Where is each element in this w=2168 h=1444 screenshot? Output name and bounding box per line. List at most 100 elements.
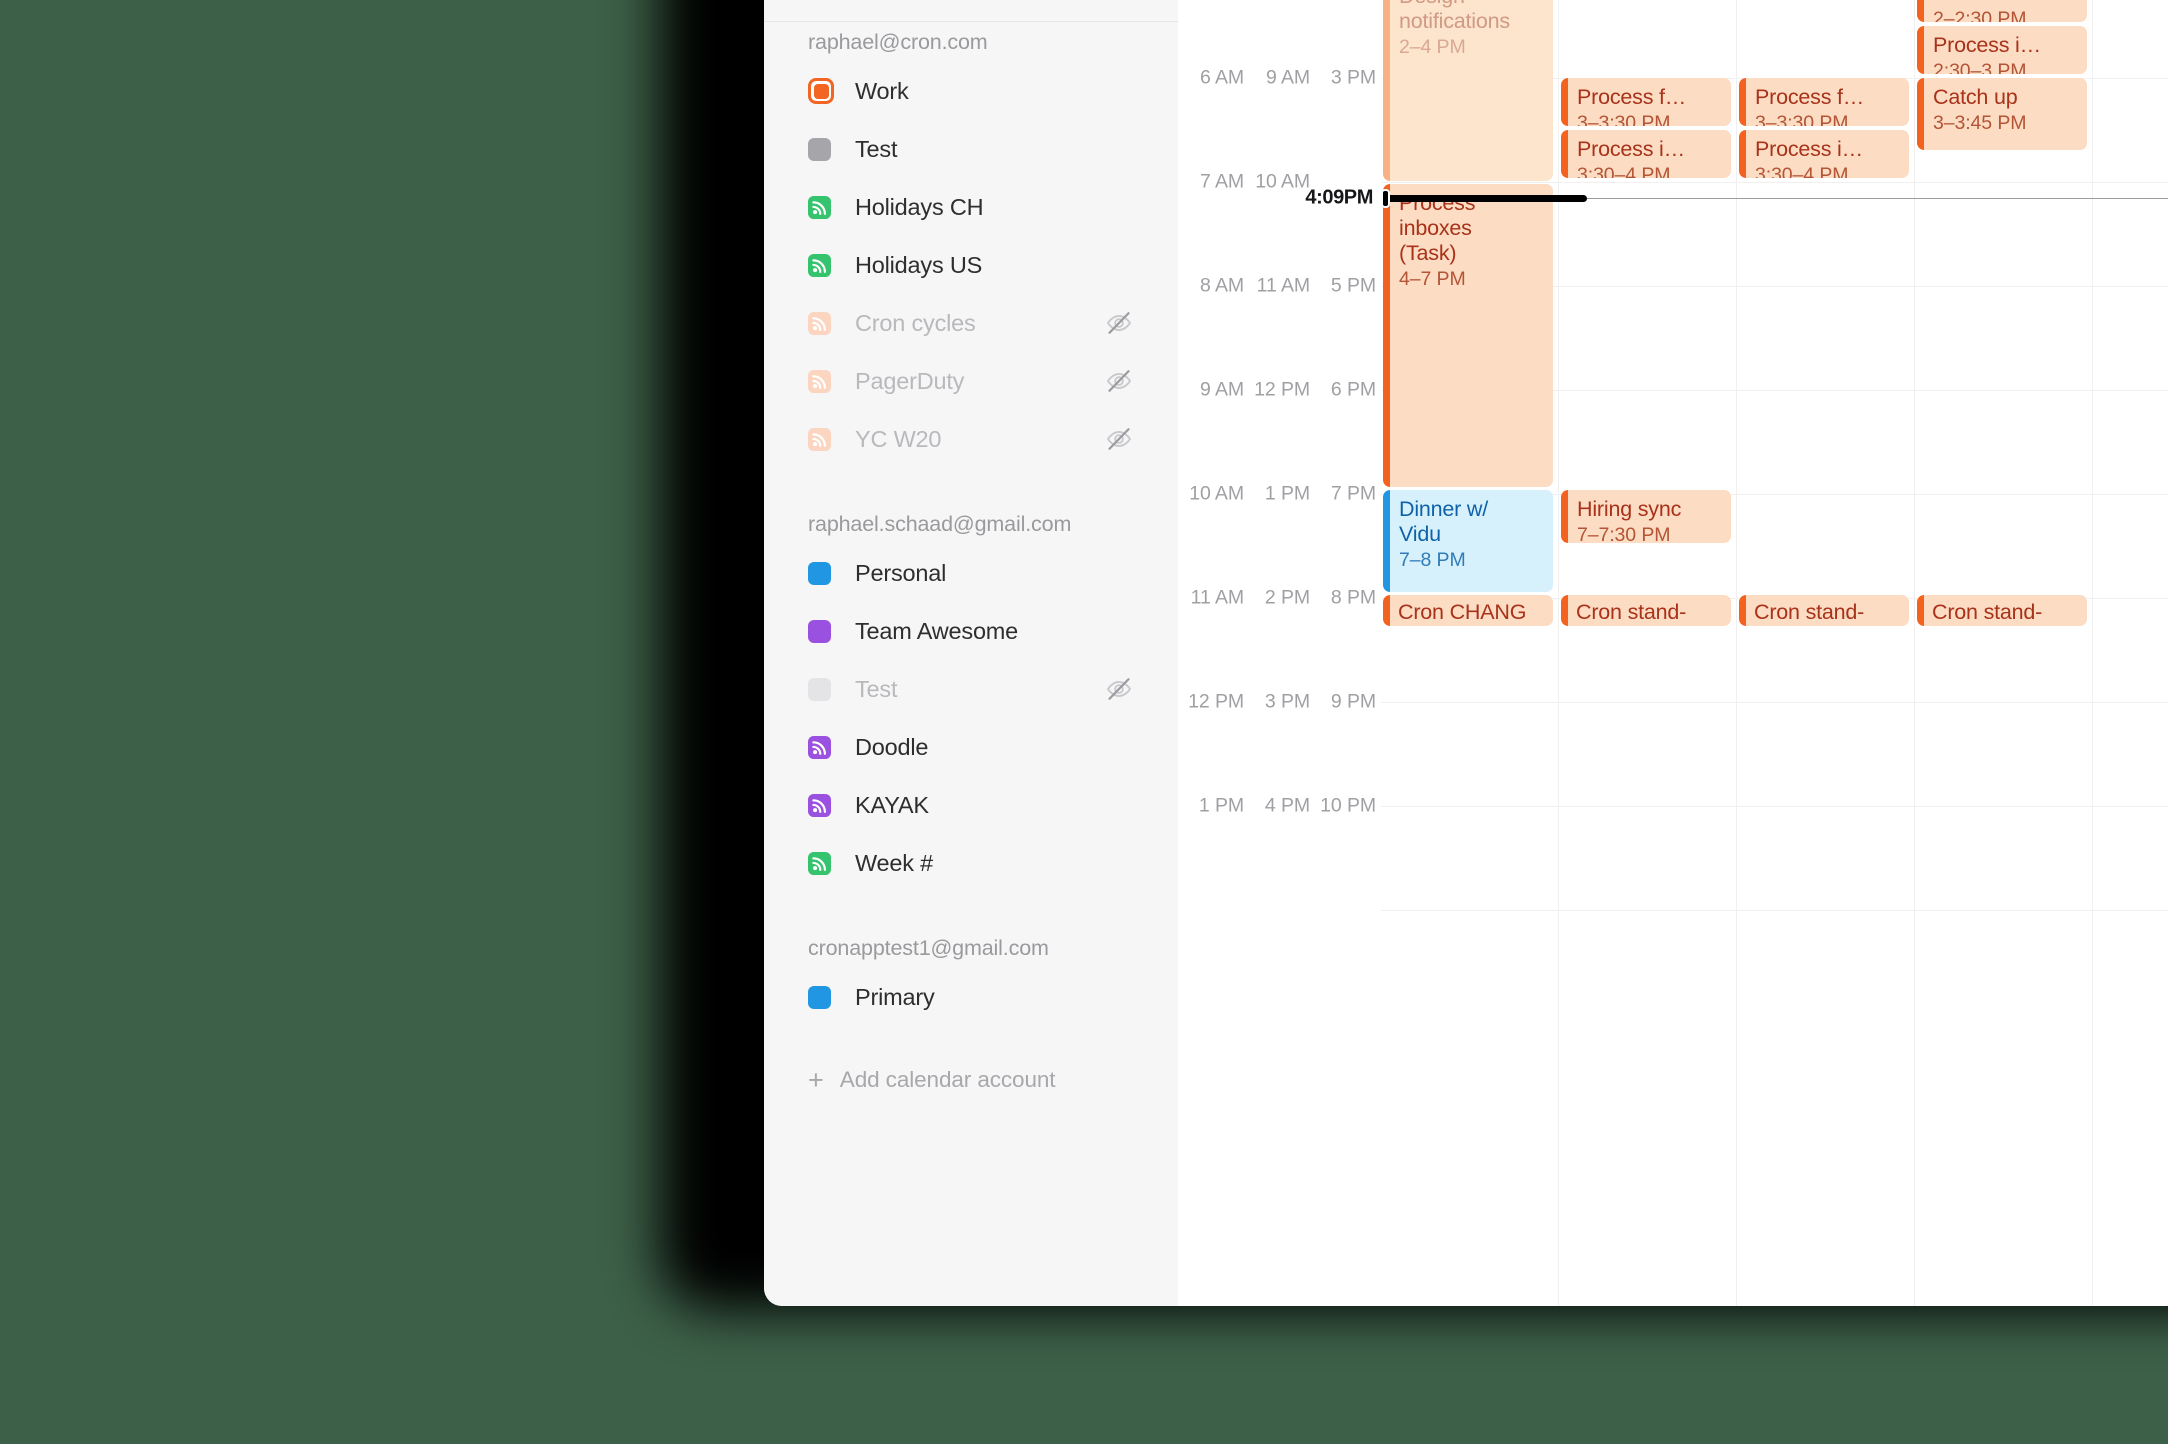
- sidebar-calendar-label: Work: [855, 77, 909, 104]
- calendar-checkbox-checked[interactable]: [808, 78, 834, 104]
- time-tick: 2 PM: [1264, 586, 1310, 609]
- sidebar-calendar-holidays-ch[interactable]: Holidays CH: [788, 178, 1154, 236]
- sidebar-calendar-label: Cron cycles: [855, 309, 976, 336]
- event-title: Dinner w/ Vidu: [1399, 497, 1489, 547]
- calendar-event[interactable]: Process inboxes (Task) 4–7 PM: [1383, 184, 1553, 487]
- calendar-event[interactable]: Process f… 3–3:30 PM: [1561, 78, 1731, 126]
- calendar-event[interactable]: Dinner w/ Vidu 7–8 PM: [1383, 490, 1553, 592]
- timezone-column-1: 8 AM9 AM10 AM11 AM12 PM1 PM2 PM3 PM4 PM: [1244, 0, 1310, 1306]
- sidebar-calendar-label: Personal: [855, 559, 947, 586]
- time-tick: 10 PM: [1320, 794, 1376, 817]
- calendar-color-swatch[interactable]: [808, 677, 831, 701]
- timezone-column-0: 5 AM6 AM7 AM8 AM9 AM10 AM11 AM12 PM1 PM: [1178, 0, 1244, 1306]
- sidebar-calendar-kayak[interactable]: KAYAK: [788, 776, 1154, 834]
- event-time: 3:30–4 PM: [1755, 164, 1849, 178]
- calendar-feed-icon[interactable]: [808, 195, 831, 219]
- calendar-event[interactable]: Cron stand-: [1739, 595, 1909, 626]
- calendar-color-swatch[interactable]: [808, 619, 831, 643]
- eye-off-icon[interactable]: [1104, 308, 1134, 338]
- time-tick: 8 PM: [1330, 586, 1376, 609]
- sidebar-calendar-team-awesome[interactable]: Team Awesome: [788, 602, 1154, 660]
- calendar-feed-icon[interactable]: [808, 735, 831, 759]
- calendar-event[interactable]: Cron stand-: [1561, 595, 1731, 626]
- sidebar-calendar-yc-w20[interactable]: YC W20: [788, 410, 1154, 468]
- sidebar-calendar-primary[interactable]: Primary: [788, 968, 1154, 1026]
- sidebar-account-email: raphael.schaad@gmail.com: [808, 512, 1072, 536]
- event-time: 2–2:30 PM: [1933, 8, 2027, 22]
- sidebar-calendar-label: Holidays CH: [855, 193, 984, 220]
- calendar-feed-icon[interactable]: [808, 253, 831, 277]
- calendar-event[interactable]: Hiring sync 7–7:30 PM: [1561, 490, 1731, 543]
- time-tick: 4 PM: [1264, 794, 1310, 817]
- desktop-background: raphael@cron.com Work Test Holidays CH Holid…: [0, 0, 2168, 1444]
- event-time: 7–8 PM: [1399, 549, 1466, 572]
- sidebar-calendar-label: Holidays US: [855, 251, 983, 278]
- sidebar-calendar-cron-cycles[interactable]: Cron cycles: [788, 294, 1154, 352]
- sidebar-calendar-label: YC W20: [855, 425, 942, 452]
- calendar-event[interactable]: Process i… 2:30–3 PM: [1917, 26, 2087, 74]
- sidebar-calendar-week[interactable]: Week #: [788, 834, 1154, 892]
- calendar-color-swatch[interactable]: [808, 137, 831, 161]
- sidebar-account-group: raphael@cron.com Work Test Holidays CH Holid…: [788, 22, 1154, 468]
- event-title: Cron stand-: [1932, 600, 2043, 624]
- sidebar-calendar-list[interactable]: raphael@cron.com Work Test Holidays CH Holid…: [764, 22, 1178, 1306]
- event-title: Cron stand-: [1754, 600, 1865, 624]
- calendar-color-swatch[interactable]: [808, 985, 831, 1009]
- calendar-event[interactable]: Process i… 3:30–4 PM: [1739, 130, 1909, 178]
- event-title: Process i…: [1933, 33, 2041, 57]
- event-title: Process i…: [1577, 137, 1685, 161]
- eye-off-icon[interactable]: [1104, 424, 1134, 454]
- time-tick: 9 PM: [1330, 690, 1376, 713]
- calendar-feed-icon[interactable]: [808, 793, 831, 817]
- time-tick: 5 PM: [1330, 274, 1376, 297]
- time-tick: 6 PM: [1330, 378, 1376, 401]
- calendar-feed-icon[interactable]: [808, 311, 831, 335]
- time-tick: 9 AM: [1265, 66, 1310, 89]
- sidebar-calendar-test[interactable]: Test: [788, 660, 1154, 718]
- sidebar-calendar-holidays-us[interactable]: Holidays US: [788, 236, 1154, 294]
- eye-off-icon[interactable]: [1104, 674, 1134, 704]
- time-tick: 12 PM: [1188, 690, 1244, 713]
- time-tick: 10 AM: [1189, 482, 1244, 505]
- eye-off-icon[interactable]: [1104, 366, 1134, 396]
- current-time-handle[interactable]: [1381, 188, 1390, 208]
- calendar-event[interactable]: Process i… 3:30–4 PM: [1561, 130, 1731, 178]
- time-tick: 3 PM: [1330, 66, 1376, 89]
- calendar-event[interactable]: Process f… 3–3:30 PM: [1739, 78, 1909, 126]
- event-title: Process inboxes (Task): [1399, 191, 1476, 266]
- current-time-indicator: [1381, 188, 2168, 208]
- calendar-event[interactable]: Catch up 3–3:45 PM: [1917, 78, 2087, 150]
- event-time: 2:30–3 PM: [1933, 60, 2027, 74]
- calendar-feed-icon[interactable]: [808, 851, 831, 875]
- sidebar-calendar-work[interactable]: Work: [788, 62, 1154, 120]
- plus-icon: +: [808, 1064, 824, 1095]
- calendar-event[interactable]: Design notifications2–4 PM: [1383, 0, 1553, 181]
- sidebar-calendar-test[interactable]: Test: [788, 120, 1154, 178]
- sidebar-calendar-pagerduty[interactable]: PagerDuty: [788, 352, 1154, 410]
- event-title: Process f…: [1755, 85, 1865, 109]
- sidebar-calendar-personal[interactable]: Personal: [788, 544, 1154, 602]
- sidebar-calendar-label: Test: [855, 135, 898, 162]
- calendar-feed-icon[interactable]: [808, 427, 831, 451]
- time-tick: 11 AM: [1190, 586, 1244, 609]
- time-tick: 10 AM: [1255, 170, 1310, 193]
- sidebar-account-email: cronapptest1@gmail.com: [808, 936, 1049, 960]
- sidebar-calendar-doodle[interactable]: Doodle: [788, 718, 1154, 776]
- time-tick: 12 PM: [1254, 378, 1310, 401]
- current-time-label: 4:09PM: [1305, 186, 1373, 209]
- day-column-3[interactable]: [1915, 0, 2093, 1306]
- add-calendar-account-button[interactable]: + Add calendar account: [788, 1052, 1154, 1108]
- day-column-2[interactable]: [1737, 0, 1915, 1306]
- calendar-feed-icon[interactable]: [808, 369, 831, 393]
- time-tick: 9 AM: [1199, 378, 1244, 401]
- event-time: 3–3:45 PM: [1933, 112, 2027, 135]
- calendar-color-swatch[interactable]: [808, 561, 831, 585]
- sidebar-calendar-label: PagerDuty: [855, 367, 965, 394]
- calendar-event[interactable]: Cron stand-: [1917, 595, 2087, 626]
- calendar-event[interactable]: Process f… 2–2:30 PM: [1917, 0, 2087, 22]
- event-title: Hiring sync: [1577, 497, 1682, 521]
- calendar-event[interactable]: Cron CHANG: [1383, 595, 1553, 626]
- event-title: Catch up: [1933, 85, 2018, 109]
